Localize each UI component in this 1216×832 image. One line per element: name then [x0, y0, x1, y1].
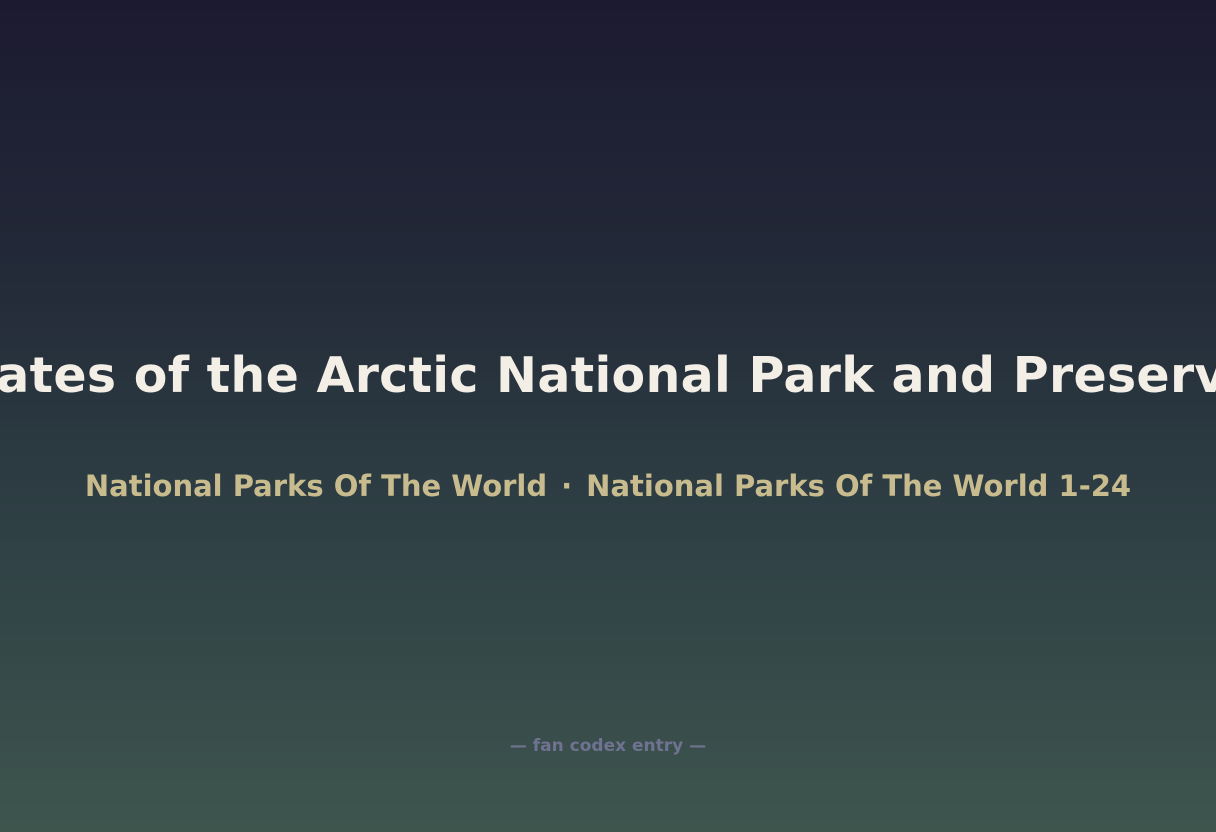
entry-title: Gates of the Arctic National Park and Pr… — [0, 347, 1216, 404]
entry-title-row: Gates of the Arctic National Park and Pr… — [0, 346, 1216, 406]
entry-subtitle: National Parks Of The World · National Par… — [0, 467, 1216, 505]
footer-caption: — fan codex entry — — [509, 736, 707, 756]
subtitle-separator: · — [561, 469, 573, 503]
set-name: National Parks Of The World 1-24 — [586, 469, 1132, 503]
codex-card: Gates of the Arctic National Park and Pr… — [0, 0, 1216, 832]
series-name: National Parks Of The World — [84, 469, 548, 503]
